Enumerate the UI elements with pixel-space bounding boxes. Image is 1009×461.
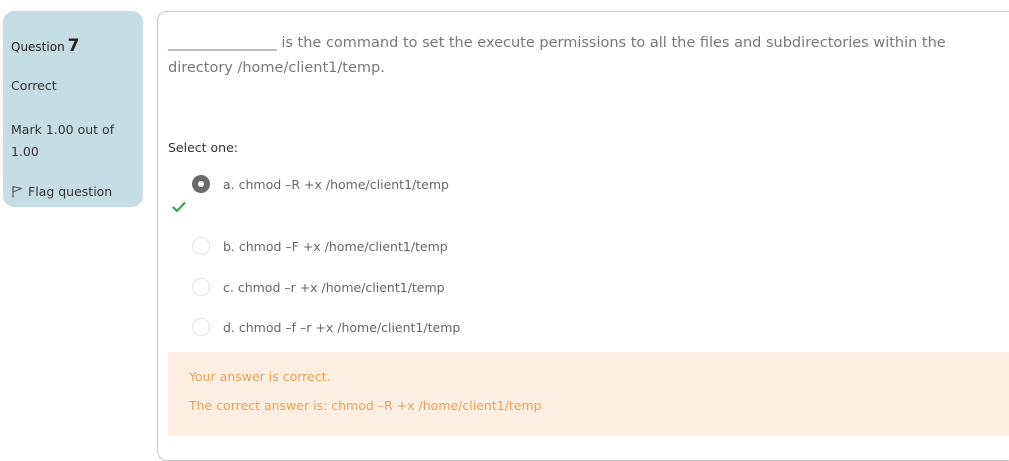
feedback-result: Your answer is correct. bbox=[189, 369, 331, 384]
answer-option-a-label[interactable]: a. chmod –R +x /home/client1/temp bbox=[223, 177, 449, 192]
answer-option-b-radio[interactable] bbox=[192, 237, 210, 255]
answer-option-c[interactable]: c. chmod –r +x /home/client1/temp bbox=[192, 276, 445, 298]
question-number-value: 7 bbox=[67, 36, 80, 56]
answer-option-d-label[interactable]: d. chmod –f –r +x /home/client1/temp bbox=[223, 320, 460, 335]
answer-option-c-label[interactable]: c. chmod –r +x /home/client1/temp bbox=[223, 280, 445, 295]
answer-option-a[interactable]: a. chmod –R +x /home/client1/temp bbox=[192, 173, 449, 195]
question-info-panel: Question 7 Correct Mark 1.00 out of 1.00 … bbox=[3, 11, 143, 207]
answer-option-d[interactable]: d. chmod –f –r +x /home/client1/temp bbox=[192, 316, 460, 338]
answer-option-a-radio[interactable] bbox=[192, 175, 210, 193]
feedback-box: Your answer is correct. The correct answ… bbox=[168, 352, 1009, 436]
flag-icon bbox=[12, 185, 23, 198]
correct-check-icon bbox=[172, 201, 186, 213]
question-number: Question 7 bbox=[11, 36, 80, 56]
question-state: Correct bbox=[11, 78, 57, 93]
select-one-prompt: Select one: bbox=[168, 140, 239, 155]
answer-option-d-radio[interactable] bbox=[192, 318, 210, 336]
flag-question-link[interactable]: Flag question bbox=[11, 184, 112, 199]
answer-option-b-label[interactable]: b. chmod –F +x /home/client1/temp bbox=[223, 239, 448, 254]
answer-option-b[interactable]: b. chmod –F +x /home/client1/temp bbox=[192, 235, 448, 257]
flag-question-label: Flag question bbox=[28, 184, 113, 199]
question-grade: Mark 1.00 out of 1.00 bbox=[11, 122, 115, 159]
question-label: Question bbox=[11, 40, 65, 54]
answer-option-c-radio[interactable] bbox=[192, 278, 210, 296]
question-text: _______________ is the command to set th… bbox=[168, 35, 946, 76]
correct-answer-text: The correct answer is: chmod –R +x /home… bbox=[189, 398, 542, 413]
